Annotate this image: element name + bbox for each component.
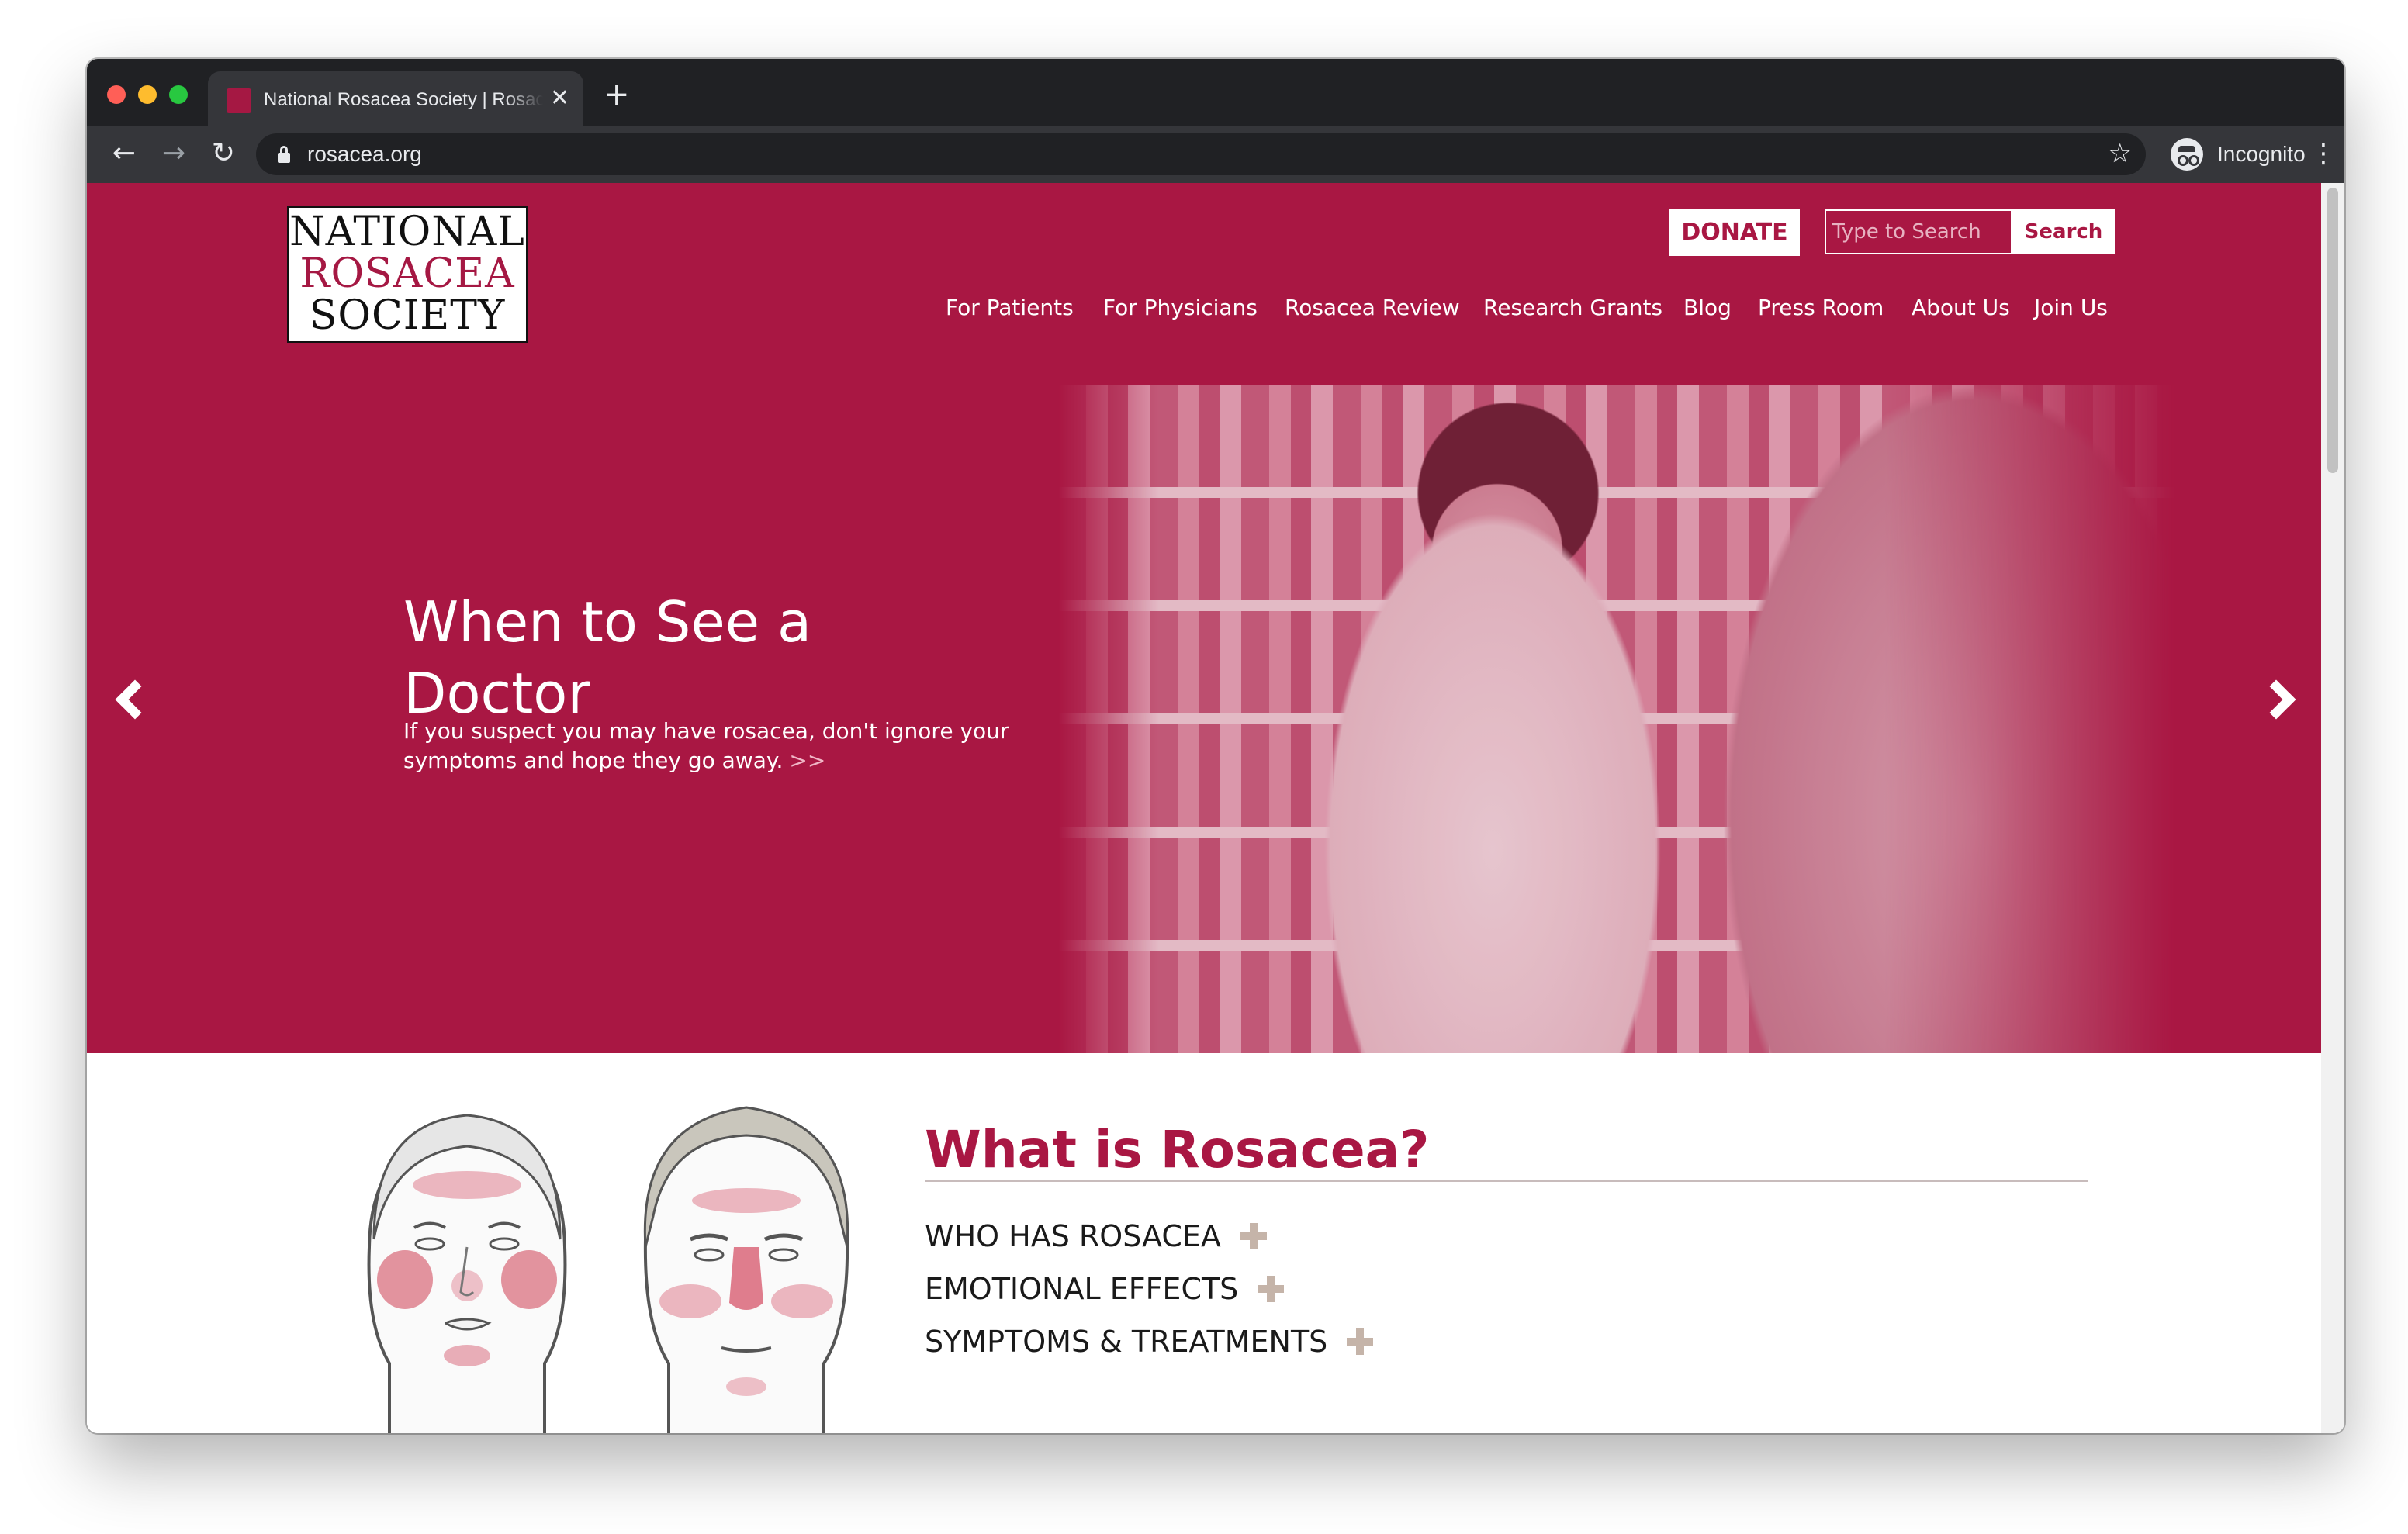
plus-icon[interactable] xyxy=(1347,1328,1374,1355)
nav-for-physicians[interactable]: For Physicians xyxy=(1103,290,1258,326)
plus-icon[interactable] xyxy=(1258,1276,1285,1302)
hero-text: If you suspect you may have rosacea, don… xyxy=(403,717,1024,776)
hero-description: If you suspect you may have rosacea, don… xyxy=(403,718,1009,773)
window-minimize-button[interactable] xyxy=(138,85,157,104)
incognito-label: Incognito xyxy=(2217,142,2306,166)
favicon-icon xyxy=(227,88,251,113)
tab-title: National Rosacea Society | Rosacea xyxy=(264,89,543,110)
logo-line-national: NATIONAL xyxy=(289,209,525,255)
window-close-button[interactable] xyxy=(107,85,126,104)
heading-divider xyxy=(925,1180,2088,1182)
hero-image xyxy=(1058,385,2175,1053)
new-tab-icon[interactable]: + xyxy=(604,79,630,110)
what-is-rosacea-heading: What is Rosacea? xyxy=(925,1120,1430,1180)
what-is-rosacea-section: What is Rosacea? WHO HAS ROSACEA EMOTION… xyxy=(87,1053,2321,1433)
search-button[interactable]: Search xyxy=(2012,209,2115,254)
nav-research-grants[interactable]: Research Grants xyxy=(1483,290,1662,326)
accordion-label: EMOTIONAL EFFECTS xyxy=(925,1272,1239,1306)
logo-line-society: SOCIETY xyxy=(309,292,506,339)
page-scrollbar[interactable] xyxy=(2321,183,2344,1433)
chevron-right-icon[interactable] xyxy=(2259,672,2306,734)
logo-line-rosacea: ROSACEA xyxy=(299,250,515,297)
forward-icon[interactable]: → xyxy=(157,136,191,171)
browser-window: National Rosacea Society | Rosacea ✕ + ←… xyxy=(87,59,2344,1433)
back-icon[interactable]: ← xyxy=(107,136,141,171)
address-bar[interactable]: rosacea.org ☆ xyxy=(256,133,2146,175)
accordion-label: SYMPTOMS & TREATMENTS xyxy=(925,1325,1328,1359)
reload-icon[interactable]: ↻ xyxy=(206,136,240,171)
accordion-label: WHO HAS ROSACEA xyxy=(925,1219,1221,1253)
bookmark-star-icon[interactable]: ☆ xyxy=(2109,136,2132,171)
incognito-indicator[interactable]: Incognito xyxy=(2166,133,2312,175)
face-illustrations xyxy=(343,1092,964,1433)
nav-rosacea-review[interactable]: Rosacea Review xyxy=(1285,290,1460,326)
tab-strip: National Rosacea Society | Rosacea ✕ + xyxy=(87,59,2344,126)
hero-more-link[interactable]: >> xyxy=(789,748,825,773)
lock-icon[interactable] xyxy=(278,146,290,163)
browser-menu-icon[interactable]: ⋮ xyxy=(2310,136,2337,171)
donate-button[interactable]: DONATE xyxy=(1669,209,1800,256)
nav-about-us[interactable]: About Us xyxy=(1912,290,2010,326)
tab-close-icon[interactable]: ✕ xyxy=(550,85,569,112)
accordion-who-has-rosacea[interactable]: WHO HAS ROSACEA xyxy=(925,1214,1268,1258)
browser-toolbar: ← → ↻ rosacea.org ☆ Incognito ⋮ xyxy=(87,126,2344,183)
female-face-illustration xyxy=(367,1114,567,1433)
browser-tab[interactable]: National Rosacea Society | Rosacea ✕ xyxy=(208,71,583,126)
hero-banner: NATIONAL ROSACEA SOCIETY DONATE Search F… xyxy=(87,183,2321,1053)
nav-join-us[interactable]: Join Us xyxy=(2034,290,2108,326)
plus-icon[interactable] xyxy=(1240,1223,1268,1249)
url-text[interactable]: rosacea.org xyxy=(307,141,422,168)
site-logo[interactable]: NATIONAL ROSACEA SOCIETY xyxy=(287,206,528,343)
male-face-illustration xyxy=(643,1106,849,1433)
nav-blog[interactable]: Blog xyxy=(1683,290,1732,326)
incognito-icon xyxy=(2171,138,2203,171)
nav-press-room[interactable]: Press Room xyxy=(1758,290,1884,326)
nav-for-patients[interactable]: For Patients xyxy=(946,290,1074,326)
chevron-left-icon[interactable] xyxy=(106,672,152,734)
page-viewport: NATIONAL ROSACEA SOCIETY DONATE Search F… xyxy=(87,183,2344,1433)
accordion-emotional-effects[interactable]: EMOTIONAL EFFECTS xyxy=(925,1267,1285,1311)
scrollbar-thumb[interactable] xyxy=(2327,188,2338,473)
search-input[interactable] xyxy=(1825,209,2012,254)
accordion-symptoms-treatments[interactable]: SYMPTOMS & TREATMENTS xyxy=(925,1320,1374,1363)
window-maximize-button[interactable] xyxy=(169,85,188,104)
hero-title: When to See a Doctor xyxy=(403,589,812,727)
